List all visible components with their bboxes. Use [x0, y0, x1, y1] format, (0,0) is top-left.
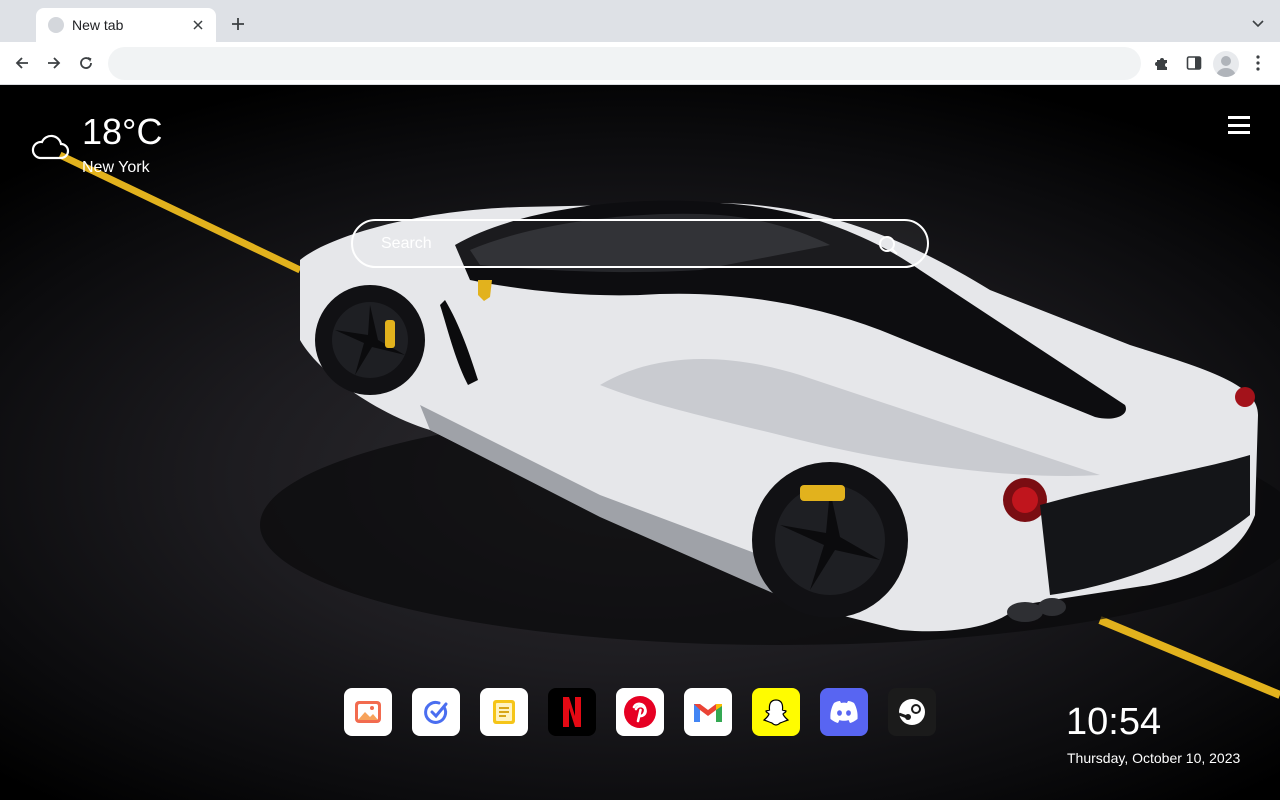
- snapchat-icon: [762, 699, 790, 726]
- chevron-down-icon: [1252, 20, 1264, 28]
- globe-icon: [48, 17, 64, 33]
- forward-arrow-icon: [48, 57, 61, 69]
- browser-toolbar: [0, 42, 1280, 85]
- city-name: New York: [82, 159, 150, 176]
- shortcut-bar: [344, 688, 936, 736]
- tab-strip: New tab: [0, 0, 1280, 42]
- new-tab-page: 18°C New York Search 10:54 Thursday, Oct…: [0, 85, 1280, 800]
- shortcut-steam[interactable]: [888, 688, 936, 736]
- puzzle-icon: [1155, 58, 1167, 70]
- new-tab-button[interactable]: [228, 14, 248, 34]
- forward-button[interactable]: [44, 53, 64, 73]
- profile-button[interactable]: [1213, 51, 1239, 77]
- tab-search-button[interactable]: [1250, 16, 1266, 32]
- discord-icon: [830, 701, 858, 723]
- reload-icon: [80, 57, 92, 69]
- clock-date: Thursday, October 10, 2023: [1067, 750, 1241, 766]
- chrome-menu-button[interactable]: [1248, 53, 1268, 73]
- shortcut-notes[interactable]: [480, 688, 528, 736]
- shortcut-gmail[interactable]: [684, 688, 732, 736]
- search-icon[interactable]: [877, 234, 899, 256]
- cloud-icon: [31, 134, 70, 160]
- note-icon: [493, 700, 515, 724]
- shortcut-pinterest[interactable]: [616, 688, 664, 736]
- reload-button[interactable]: [76, 53, 96, 73]
- side-panel-icon: [1186, 56, 1202, 70]
- plus-icon: [232, 18, 244, 30]
- menu-bar: [1228, 116, 1250, 119]
- netflix-icon: [563, 697, 581, 727]
- gmail-icon: [694, 704, 722, 722]
- shortcut-snapchat[interactable]: [752, 688, 800, 736]
- tab-new-tab[interactable]: New tab: [36, 8, 216, 42]
- shortcut-photos[interactable]: [344, 688, 392, 736]
- back-button[interactable]: [12, 53, 32, 73]
- tab-title: New tab: [72, 17, 124, 33]
- temperature: 18°C: [82, 111, 163, 152]
- clock-time: 10:54: [1066, 701, 1162, 743]
- steam-icon: [898, 699, 925, 725]
- check-circle-icon: [424, 700, 448, 724]
- image-icon: [355, 701, 381, 723]
- close-icon[interactable]: [190, 17, 206, 33]
- extensions-button[interactable]: [1152, 53, 1172, 73]
- profile-icon: [1216, 56, 1236, 77]
- hamburger-menu-icon[interactable]: [1228, 116, 1250, 134]
- shortcut-discord[interactable]: [820, 688, 868, 736]
- side-panel-button[interactable]: [1184, 53, 1204, 73]
- menu-bar: [1228, 123, 1250, 127]
- menu-bar: [1228, 131, 1250, 134]
- shortcut-tasks[interactable]: [412, 688, 460, 736]
- search-box: [351, 219, 929, 268]
- search-input[interactable]: [381, 231, 861, 257]
- kebab-menu-icon: [1256, 55, 1260, 71]
- back-arrow-icon: [15, 57, 28, 69]
- shortcut-netflix[interactable]: [548, 688, 596, 736]
- address-bar[interactable]: [108, 47, 1141, 80]
- pinterest-icon: [624, 696, 656, 728]
